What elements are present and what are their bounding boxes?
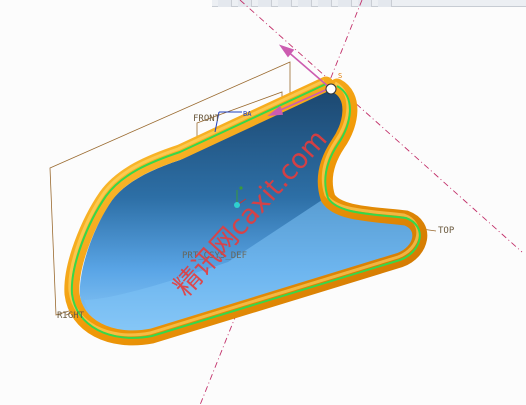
model-viewport[interactable]: S ВА FRONT TOP RIGHT PRT_CSYS_DEF 精讯网cax… [0, 0, 526, 405]
datum-label-top: TOP [438, 226, 455, 236]
start-point-label: S [338, 72, 342, 80]
csys-label: ВА [243, 110, 252, 118]
datum-label-front: FRONT [193, 114, 221, 124]
datum-label-right: RIGHT [57, 311, 85, 321]
start-point[interactable] [325, 83, 337, 95]
